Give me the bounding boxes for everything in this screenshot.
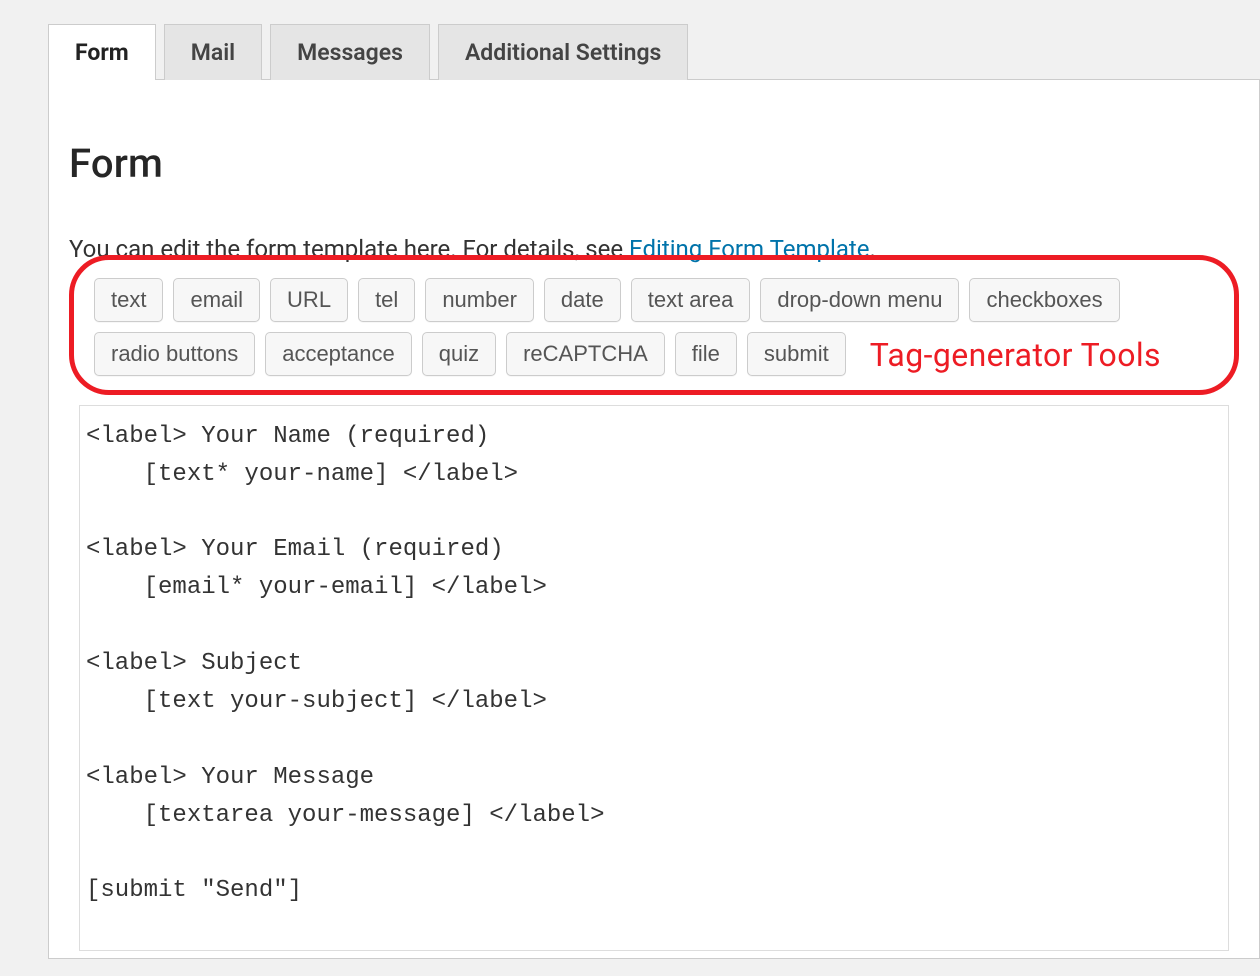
tag-btn-date[interactable]: date: [544, 278, 621, 322]
tag-btn-textarea[interactable]: text area: [631, 278, 751, 322]
section-heading: Form: [69, 140, 1239, 187]
tag-btn-email[interactable]: email: [173, 278, 260, 322]
tabs: Form Mail Messages Additional Settings: [48, 24, 688, 80]
page-root: Form Mail Messages Additional Settings F…: [0, 0, 1260, 976]
form-template-textarea[interactable]: <label> Your Name (required) [text* your…: [79, 405, 1229, 952]
annotation-tag-generator-tools: Tag-generator Tools: [870, 336, 1161, 374]
tag-btn-radio[interactable]: radio buttons: [94, 332, 255, 376]
form-panel: Form You can edit the form template here…: [48, 79, 1260, 959]
tag-btn-file[interactable]: file: [675, 332, 737, 376]
tab-additional-settings[interactable]: Additional Settings: [438, 24, 688, 80]
tag-btn-submit[interactable]: submit: [747, 332, 846, 376]
tag-generator-tools: text email URL tel number date text area…: [94, 278, 1214, 376]
tag-btn-checkboxes[interactable]: checkboxes: [969, 278, 1119, 322]
tag-btn-acceptance[interactable]: acceptance: [265, 332, 412, 376]
tabs-row: Form Mail Messages Additional Settings: [0, 0, 1260, 80]
tag-btn-url[interactable]: URL: [270, 278, 348, 322]
tag-btn-text[interactable]: text: [94, 278, 163, 322]
tag-generator-tools-annotation-box: text email URL tel number date text area…: [69, 255, 1239, 395]
tag-btn-number[interactable]: number: [425, 278, 534, 322]
form-panel-inner: Form You can edit the form template here…: [49, 140, 1259, 951]
tab-form[interactable]: Form: [48, 24, 156, 80]
tag-btn-tel[interactable]: tel: [358, 278, 415, 322]
tag-btn-recaptcha[interactable]: reCAPTCHA: [506, 332, 665, 376]
tab-mail[interactable]: Mail: [164, 24, 262, 80]
tab-messages[interactable]: Messages: [270, 24, 430, 80]
tag-btn-quiz[interactable]: quiz: [422, 332, 496, 376]
tag-btn-dropdown[interactable]: drop-down menu: [760, 278, 959, 322]
